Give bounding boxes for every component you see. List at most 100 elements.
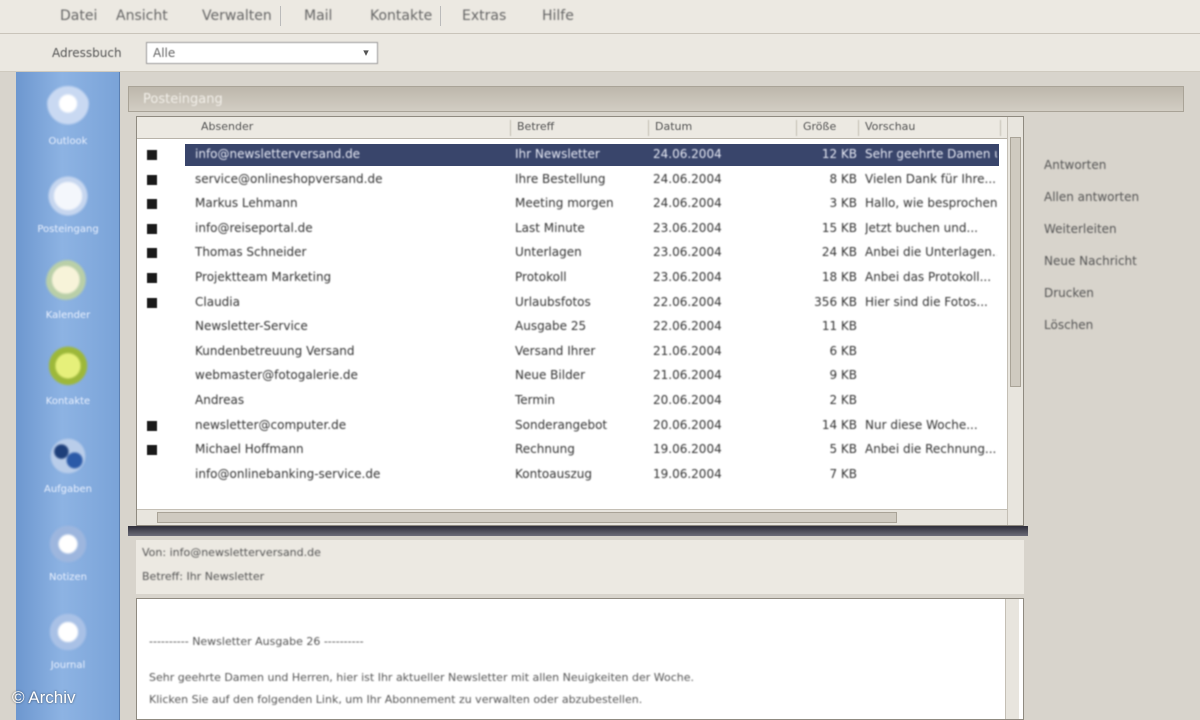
- message-size: 9 KB: [829, 368, 857, 383]
- menu-separator: [440, 6, 441, 26]
- message-size: 5 KB: [829, 442, 857, 457]
- message-preview: Sehr geehrte Damen und...: [865, 147, 997, 161]
- message-preview: [865, 393, 997, 409]
- message-sender: Thomas Schneider: [195, 245, 307, 260]
- column-header-preview[interactable]: Vorschau: [861, 120, 1001, 136]
- print-link[interactable]: Drucken: [1044, 286, 1094, 300]
- scrollbar-thumb[interactable]: [1010, 137, 1021, 387]
- address-book-select[interactable]: Alle: [146, 42, 378, 64]
- column-header-subject[interactable]: Betreff: [513, 120, 649, 136]
- tasks-icon: [46, 434, 90, 478]
- menu-file[interactable]: Datei: [54, 6, 103, 28]
- menu-mail[interactable]: Mail: [298, 6, 338, 28]
- vertical-scrollbar[interactable]: [1007, 117, 1023, 525]
- sidebar-item-inbox[interactable]: Posteingang: [30, 168, 106, 252]
- horizontal-scrollbar[interactable]: [137, 509, 1007, 525]
- pane-splitter[interactable]: [128, 526, 1028, 536]
- message-preview: Nur diese Woche...: [865, 417, 978, 432]
- preview-scrollbar[interactable]: [1005, 599, 1019, 719]
- message-date: 23.06.2004: [653, 245, 722, 260]
- reply-link[interactable]: Antworten: [1044, 158, 1106, 172]
- column-header-sender[interactable]: Absender: [197, 120, 511, 136]
- message-subject: Last Minute: [515, 220, 585, 235]
- copyright-watermark: © Archiv: [12, 688, 76, 707]
- message-preview: [865, 467, 997, 483]
- sidebar-item-journal[interactable]: Journal: [30, 604, 106, 688]
- message-subject: Ihr Newsletter: [515, 147, 600, 161]
- message-row[interactable]: service@onlineshopversand.de Ihre Bestell…: [137, 168, 1007, 192]
- message-date: 21.06.2004: [653, 368, 722, 383]
- action-panel: Antworten Allen antworten Weiterleiten N…: [1030, 116, 1190, 416]
- message-row[interactable]: Newsletter-Service Ausgabe 25 22.06.2004 11…: [137, 315, 1007, 339]
- message-size: 24 KB: [821, 245, 857, 260]
- message-preview: [865, 344, 997, 360]
- message-row[interactable]: Michael Hoffmann Rechnung 19.06.2004 5 KB An…: [137, 438, 1007, 462]
- menu-manage[interactable]: Verwalten: [196, 6, 278, 28]
- sidebar-item-notes[interactable]: Notizen: [30, 516, 106, 600]
- unread-flag-icon[interactable]: [147, 445, 157, 456]
- message-row[interactable]: newsletter@computer.de Sonderangebot 20.06…: [137, 414, 1007, 438]
- scrollbar-thumb[interactable]: [157, 512, 897, 523]
- message-row[interactable]: info@newsletterversand.de Ihr Newsletter 2…: [137, 143, 1007, 167]
- unread-flag-icon[interactable]: [147, 248, 157, 259]
- new-message-link[interactable]: Neue Nachricht: [1044, 254, 1137, 268]
- preview-text-line: ---------- Newsletter Ausgabe 26 -------…: [149, 635, 364, 648]
- message-row[interactable]: Projektteam Marketing Protokoll 23.06.2004…: [137, 266, 1007, 290]
- message-sender: info@newsletterversand.de: [195, 147, 361, 161]
- delete-link[interactable]: Löschen: [1044, 318, 1093, 332]
- message-list: Absender Betreff Datum Größe Vorschau in…: [136, 116, 1024, 526]
- message-row[interactable]: info@onlinebanking-service.de Kontoauszug…: [137, 463, 1007, 487]
- chevron-down-icon[interactable]: ▾: [356, 43, 376, 63]
- sidebar-item-outlook[interactable]: Outlook: [30, 80, 106, 164]
- message-subject: Unterlagen: [515, 245, 582, 260]
- message-preview: Hallo, wie besprochen...: [865, 196, 997, 211]
- message-subject: Kontoauszug: [515, 466, 592, 481]
- column-header-size[interactable]: Größe: [799, 120, 859, 136]
- message-sender: Newsletter-Service: [195, 319, 308, 334]
- message-subject: Termin: [515, 393, 556, 407]
- message-row[interactable]: info@reiseportal.de Last Minute 23.06.2004…: [137, 217, 1007, 241]
- column-header-date[interactable]: Datum: [651, 120, 797, 136]
- message-row[interactable]: Markus Lehmann Meeting morgen 24.06.2004 3 …: [137, 192, 1007, 216]
- message-size: 14 KB: [821, 417, 857, 432]
- message-size: 356 KB: [814, 294, 857, 309]
- menu-view[interactable]: Ansicht: [110, 6, 174, 28]
- unread-flag-icon[interactable]: [147, 297, 157, 308]
- menu-separator: [280, 6, 281, 26]
- message-preview: Jetzt buchen und...: [865, 220, 978, 235]
- unread-flag-icon[interactable]: [147, 150, 157, 160]
- message-date: 23.06.2004: [653, 220, 722, 235]
- sidebar-item-contacts[interactable]: Kontakte: [30, 340, 106, 424]
- calendar-icon: [46, 260, 90, 304]
- message-preview: Vielen Dank für Ihre...: [865, 171, 996, 186]
- message-date: 20.06.2004: [653, 393, 722, 407]
- folder-title: Posteingang: [143, 92, 223, 107]
- sidebar-item-label: Journal: [50, 660, 86, 671]
- message-row[interactable]: webmaster@fotogalerie.de Neue Bilder 21.06…: [137, 364, 1007, 388]
- message-row[interactable]: Kundenbetreuung Versand Versand Ihrer 21.0…: [137, 340, 1007, 364]
- reply-all-link[interactable]: Allen antworten: [1044, 190, 1139, 204]
- unread-flag-icon[interactable]: [147, 199, 157, 210]
- message-date: 19.06.2004: [653, 466, 722, 481]
- message-row[interactable]: Thomas Schneider Unterlagen 23.06.2004 24 K…: [137, 241, 1007, 265]
- unread-flag-icon[interactable]: [147, 174, 157, 185]
- message-subject: Ihre Bestellung: [515, 171, 606, 186]
- menu-help[interactable]: Hilfe: [536, 6, 580, 28]
- message-row[interactable]: Andreas Termin 20.06.2004 2 KB: [137, 389, 1007, 413]
- message-date: 22.06.2004: [653, 319, 722, 334]
- sidebar-item-tasks[interactable]: Aufgaben: [30, 428, 106, 512]
- message-sender: Projektteam Marketing: [195, 270, 332, 284]
- message-subject: Meeting morgen: [515, 196, 614, 211]
- message-date: 24.06.2004: [653, 196, 722, 211]
- unread-flag-icon[interactable]: [147, 223, 157, 234]
- unread-flag-icon[interactable]: [147, 273, 157, 283]
- sidebar-item-calendar[interactable]: Kalender: [30, 254, 106, 338]
- forward-link[interactable]: Weiterleiten: [1044, 222, 1117, 236]
- menu-extras[interactable]: Extras: [456, 6, 512, 28]
- unread-flag-icon[interactable]: [147, 420, 157, 431]
- message-sender: Andreas: [195, 393, 245, 407]
- menu-bar: Datei Ansicht Verwalten Mail Kontakte Ex…: [0, 0, 1200, 34]
- message-row[interactable]: Claudia Urlaubsfotos 22.06.2004 356 KB Hier …: [137, 291, 1007, 315]
- menu-contacts[interactable]: Kontakte: [364, 6, 438, 28]
- message-date: 22.06.2004: [653, 294, 722, 309]
